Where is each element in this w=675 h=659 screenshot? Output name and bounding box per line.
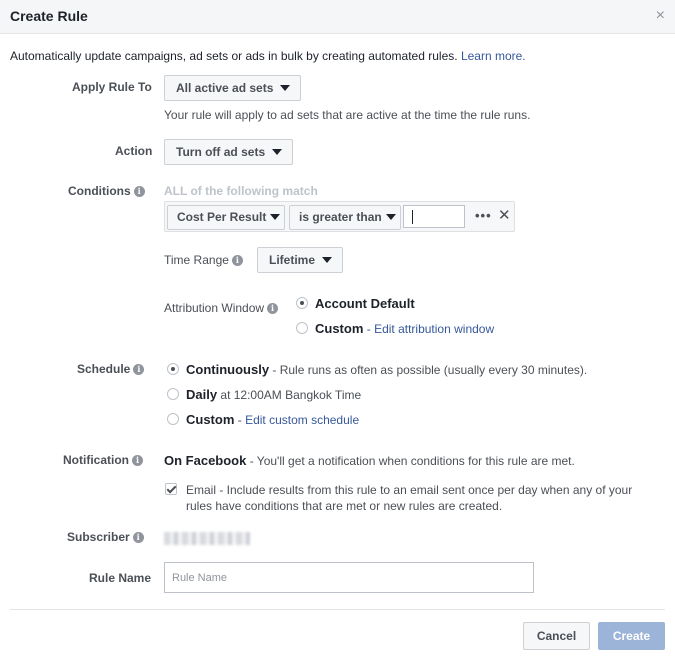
close-icon[interactable]: × <box>656 8 665 24</box>
info-icon[interactable]: i <box>133 364 145 376</box>
conditions-match-text: ALL of the following match <box>164 184 318 198</box>
time-range-label-text: Time Range <box>164 253 229 267</box>
intro-text: Automatically update campaigns, ad sets … <box>10 49 526 63</box>
attribution-window-label-text: Attribution Window <box>164 301 265 315</box>
caret-down-icon <box>280 84 291 91</box>
action-dropdown[interactable]: Turn off ad sets <box>164 139 294 165</box>
schedule-daily-radio[interactable] <box>167 388 179 400</box>
rule-name-label: Rule Name <box>89 571 152 585</box>
action-label: Action <box>115 144 153 158</box>
edit-attribution-window-link[interactable]: Edit attribution window <box>374 322 494 336</box>
condition-operator-value: is greater than <box>299 210 382 224</box>
info-icon[interactable]: i <box>231 255 243 267</box>
schedule-continuously-option[interactable]: Continuously - Rule runs as often as pos… <box>186 362 587 377</box>
apply-rule-to-dropdown[interactable]: All active ad sets <box>164 75 302 101</box>
remove-condition-icon[interactable]: ✕ <box>498 207 511 225</box>
schedule-label: Schedule i <box>77 362 145 376</box>
schedule-continuously-label: Continuously <box>186 362 270 377</box>
time-range-dropdown[interactable]: Lifetime <box>257 247 344 273</box>
subscriber-name-redacted <box>164 532 250 545</box>
intro-description: Automatically update campaigns, ad sets … <box>10 49 458 63</box>
more-options-icon[interactable]: ••• <box>475 208 492 224</box>
info-icon[interactable]: i <box>132 455 143 467</box>
apply-rule-to-label: Apply Rule To <box>72 80 152 94</box>
apply-rule-to-helper: Your rule will apply to ad sets that are… <box>164 108 531 122</box>
caret-down-icon <box>322 256 333 263</box>
attribution-separator: - <box>363 322 375 336</box>
email-notification-line1: Email - Include results from this rule t… <box>186 483 633 497</box>
schedule-label-text: Schedule <box>77 362 131 376</box>
dialog-header: Create Rule × <box>0 0 675 34</box>
attribution-custom-label: Custom <box>315 321 364 336</box>
conditions-label-text: Conditions <box>68 184 131 198</box>
time-range-label: Time Range i <box>164 253 243 267</box>
attribution-default-option[interactable]: Account Default <box>315 296 415 311</box>
info-icon[interactable]: i <box>132 532 144 544</box>
email-notification-text: Email - Include results from this rule t… <box>186 482 632 514</box>
dialog-title: Create Rule <box>10 8 88 24</box>
learn-more-link[interactable]: Learn more. <box>461 49 526 63</box>
info-icon[interactable]: i <box>133 186 145 198</box>
notification-facebook-detail: - You'll get a notification when conditi… <box>246 454 575 468</box>
caret-down-icon <box>272 148 283 155</box>
footer-divider <box>10 609 665 610</box>
condition-row: Cost Per Result is greater than ••• ✕ <box>164 201 515 232</box>
notification-facebook: On Facebook - You'll get a notification … <box>164 453 575 468</box>
schedule-daily-detail: at 12:00AM Bangkok Time <box>217 388 362 402</box>
cancel-button[interactable]: Cancel <box>523 622 590 650</box>
attribution-custom-option[interactable]: Custom - Edit attribution window <box>315 321 494 336</box>
schedule-continuously-detail: - Rule runs as often as possible (usuall… <box>269 363 588 377</box>
schedule-custom-option[interactable]: Custom - Edit custom schedule <box>186 412 359 427</box>
attribution-custom-radio[interactable] <box>296 322 308 334</box>
attribution-default-label: Account Default <box>315 296 415 311</box>
schedule-custom-label: Custom <box>186 412 235 427</box>
subscriber-label-text: Subscriber <box>67 530 130 544</box>
attribution-default-radio[interactable] <box>296 297 308 309</box>
subscriber-label: Subscriber i <box>67 530 144 544</box>
create-button[interactable]: Create <box>598 622 665 650</box>
text-cursor <box>412 210 413 224</box>
schedule-daily-label: Daily <box>186 387 218 402</box>
caret-down-icon <box>385 213 396 220</box>
info-icon[interactable]: i <box>267 303 279 315</box>
caret-down-icon <box>270 213 281 220</box>
condition-value-input[interactable] <box>403 205 465 228</box>
action-value: Turn off ad sets <box>176 145 266 159</box>
time-range-value: Lifetime <box>269 253 316 267</box>
notification-label-text: Notification <box>63 453 129 467</box>
schedule-custom-radio[interactable] <box>167 413 179 425</box>
conditions-label: Conditions i <box>68 184 145 198</box>
email-notification-checkbox[interactable] <box>165 483 177 495</box>
notification-facebook-title: On Facebook <box>164 453 247 468</box>
create-rule-dialog: Create Rule × Automatically update campa… <box>0 0 675 659</box>
schedule-daily-option[interactable]: Daily at 12:00AM Bangkok Time <box>186 387 361 402</box>
condition-metric-value: Cost Per Result <box>177 210 267 224</box>
schedule-continuously-radio[interactable] <box>167 363 179 375</box>
condition-metric-dropdown[interactable]: Cost Per Result <box>167 205 286 230</box>
attribution-window-label: Attribution Window i <box>164 301 279 315</box>
rule-name-input[interactable] <box>164 562 534 593</box>
edit-custom-schedule-link[interactable]: Edit custom schedule <box>245 413 359 427</box>
email-notification-line2: rules have conditions that are met or ne… <box>186 499 503 513</box>
notification-label: Notification i <box>63 453 143 467</box>
condition-operator-dropdown[interactable]: is greater than <box>289 205 401 230</box>
apply-rule-to-value: All active ad sets <box>176 81 274 95</box>
schedule-custom-separator: - <box>234 413 246 427</box>
